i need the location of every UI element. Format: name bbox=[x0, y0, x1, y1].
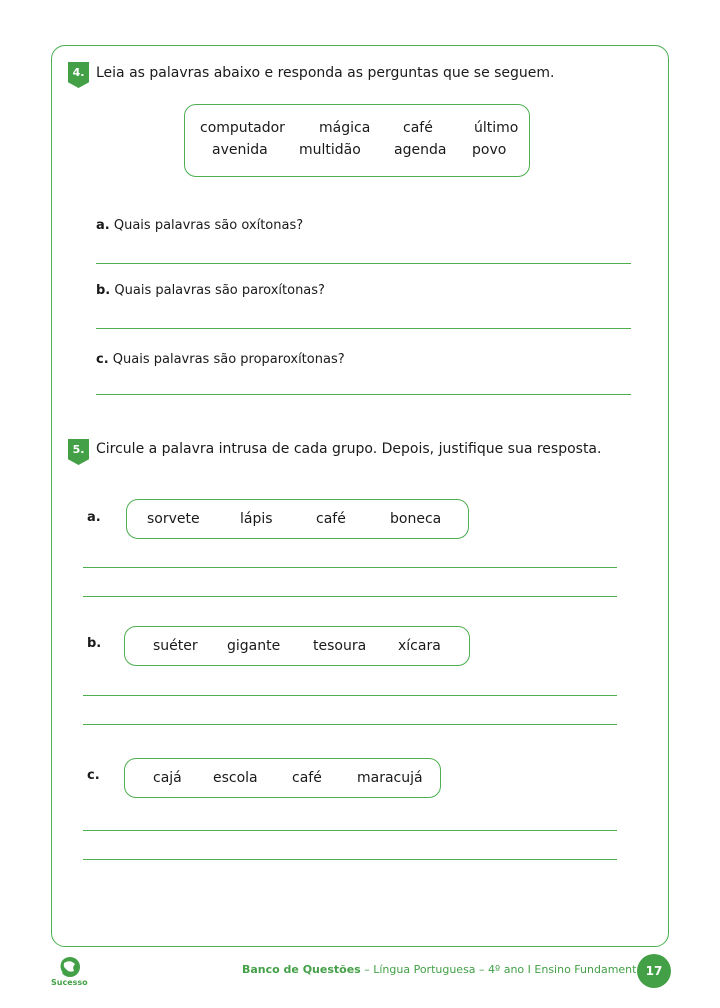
q5-word[interactable]: boneca bbox=[390, 511, 441, 527]
q5-word[interactable]: café bbox=[316, 511, 346, 527]
q5-word[interactable]: lápis bbox=[240, 511, 273, 527]
answer-line[interactable] bbox=[96, 263, 631, 264]
answer-line[interactable] bbox=[96, 394, 631, 395]
q5-group-c-label: c. bbox=[87, 768, 100, 783]
q5-group-letter: b. bbox=[87, 636, 102, 651]
question-5-prompt: Circule a palavra intrusa de cada grupo.… bbox=[96, 441, 602, 457]
page-frame bbox=[51, 45, 669, 947]
answer-line[interactable] bbox=[83, 596, 617, 597]
question-4-prompt: Leia as palavras abaixo e responda as pe… bbox=[96, 65, 555, 81]
q5-group-letter: c. bbox=[87, 768, 100, 783]
q4-item-text: Quais palavras são proparoxítonas? bbox=[112, 352, 345, 367]
q5-group-b-box: suéter gigante tesoura xícara bbox=[124, 626, 470, 666]
answer-line[interactable] bbox=[83, 830, 617, 831]
answer-line[interactable] bbox=[96, 328, 631, 329]
q4-item-a: a. Quais palavras são oxítonas? bbox=[96, 218, 303, 233]
q5-word[interactable]: gigante bbox=[227, 638, 280, 654]
answer-line[interactable] bbox=[83, 859, 617, 860]
q4-item-text: Quais palavras são paroxítonas? bbox=[114, 283, 325, 298]
q4-item-b: b. Quais palavras são paroxítonas? bbox=[96, 283, 325, 298]
q5-word[interactable]: xícara bbox=[398, 638, 441, 654]
q5-group-b-label: b. bbox=[87, 636, 101, 651]
q5-word[interactable]: cajá bbox=[153, 770, 182, 786]
q4-item-letter: c. bbox=[96, 352, 109, 367]
q5-word[interactable]: café bbox=[292, 770, 322, 786]
page-number: 17 bbox=[637, 954, 671, 988]
q4-item-letter: b. bbox=[96, 283, 111, 298]
q5-word[interactable]: escola bbox=[213, 770, 258, 786]
q4-item-letter: a. bbox=[96, 218, 110, 233]
q4-item-text: Quais palavras são oxítonas? bbox=[113, 218, 304, 233]
answer-line[interactable] bbox=[83, 724, 617, 725]
footer-text: Banco de Questões – Língua Portuguesa – … bbox=[242, 963, 646, 976]
answer-line[interactable] bbox=[83, 567, 617, 568]
q5-group-a-label: a. bbox=[87, 510, 101, 525]
logo-text: Sucesso bbox=[51, 978, 88, 987]
q5-group-a-box: sorvete lápis café boneca bbox=[126, 499, 469, 539]
q5-word[interactable]: suéter bbox=[153, 638, 198, 654]
q5-word[interactable]: sorvete bbox=[147, 511, 200, 527]
q4-word: mágica bbox=[319, 120, 371, 136]
q4-item-c: c. Quais palavras são proparoxítonas? bbox=[96, 352, 345, 367]
q5-word[interactable]: tesoura bbox=[313, 638, 366, 654]
q5-group-c-box: cajá escola café maracujá bbox=[124, 758, 441, 798]
q4-word: avenida bbox=[212, 142, 268, 158]
footer-title: Banco de Questões bbox=[242, 963, 361, 976]
q4-word: último bbox=[474, 120, 519, 136]
q4-word: café bbox=[403, 120, 433, 136]
q4-word: povo bbox=[472, 142, 507, 158]
q5-word[interactable]: maracujá bbox=[357, 770, 423, 786]
q4-word: agenda bbox=[394, 142, 447, 158]
q5-group-letter: a. bbox=[87, 510, 101, 525]
answer-line[interactable] bbox=[83, 695, 617, 696]
q4-word: multidão bbox=[299, 142, 361, 158]
footer-subtitle: – Língua Portuguesa – 4º ano I Ensino Fu… bbox=[360, 963, 647, 976]
q4-word-box: computador mágica café último avenida mu… bbox=[184, 104, 530, 177]
q4-word: computador bbox=[200, 120, 285, 136]
